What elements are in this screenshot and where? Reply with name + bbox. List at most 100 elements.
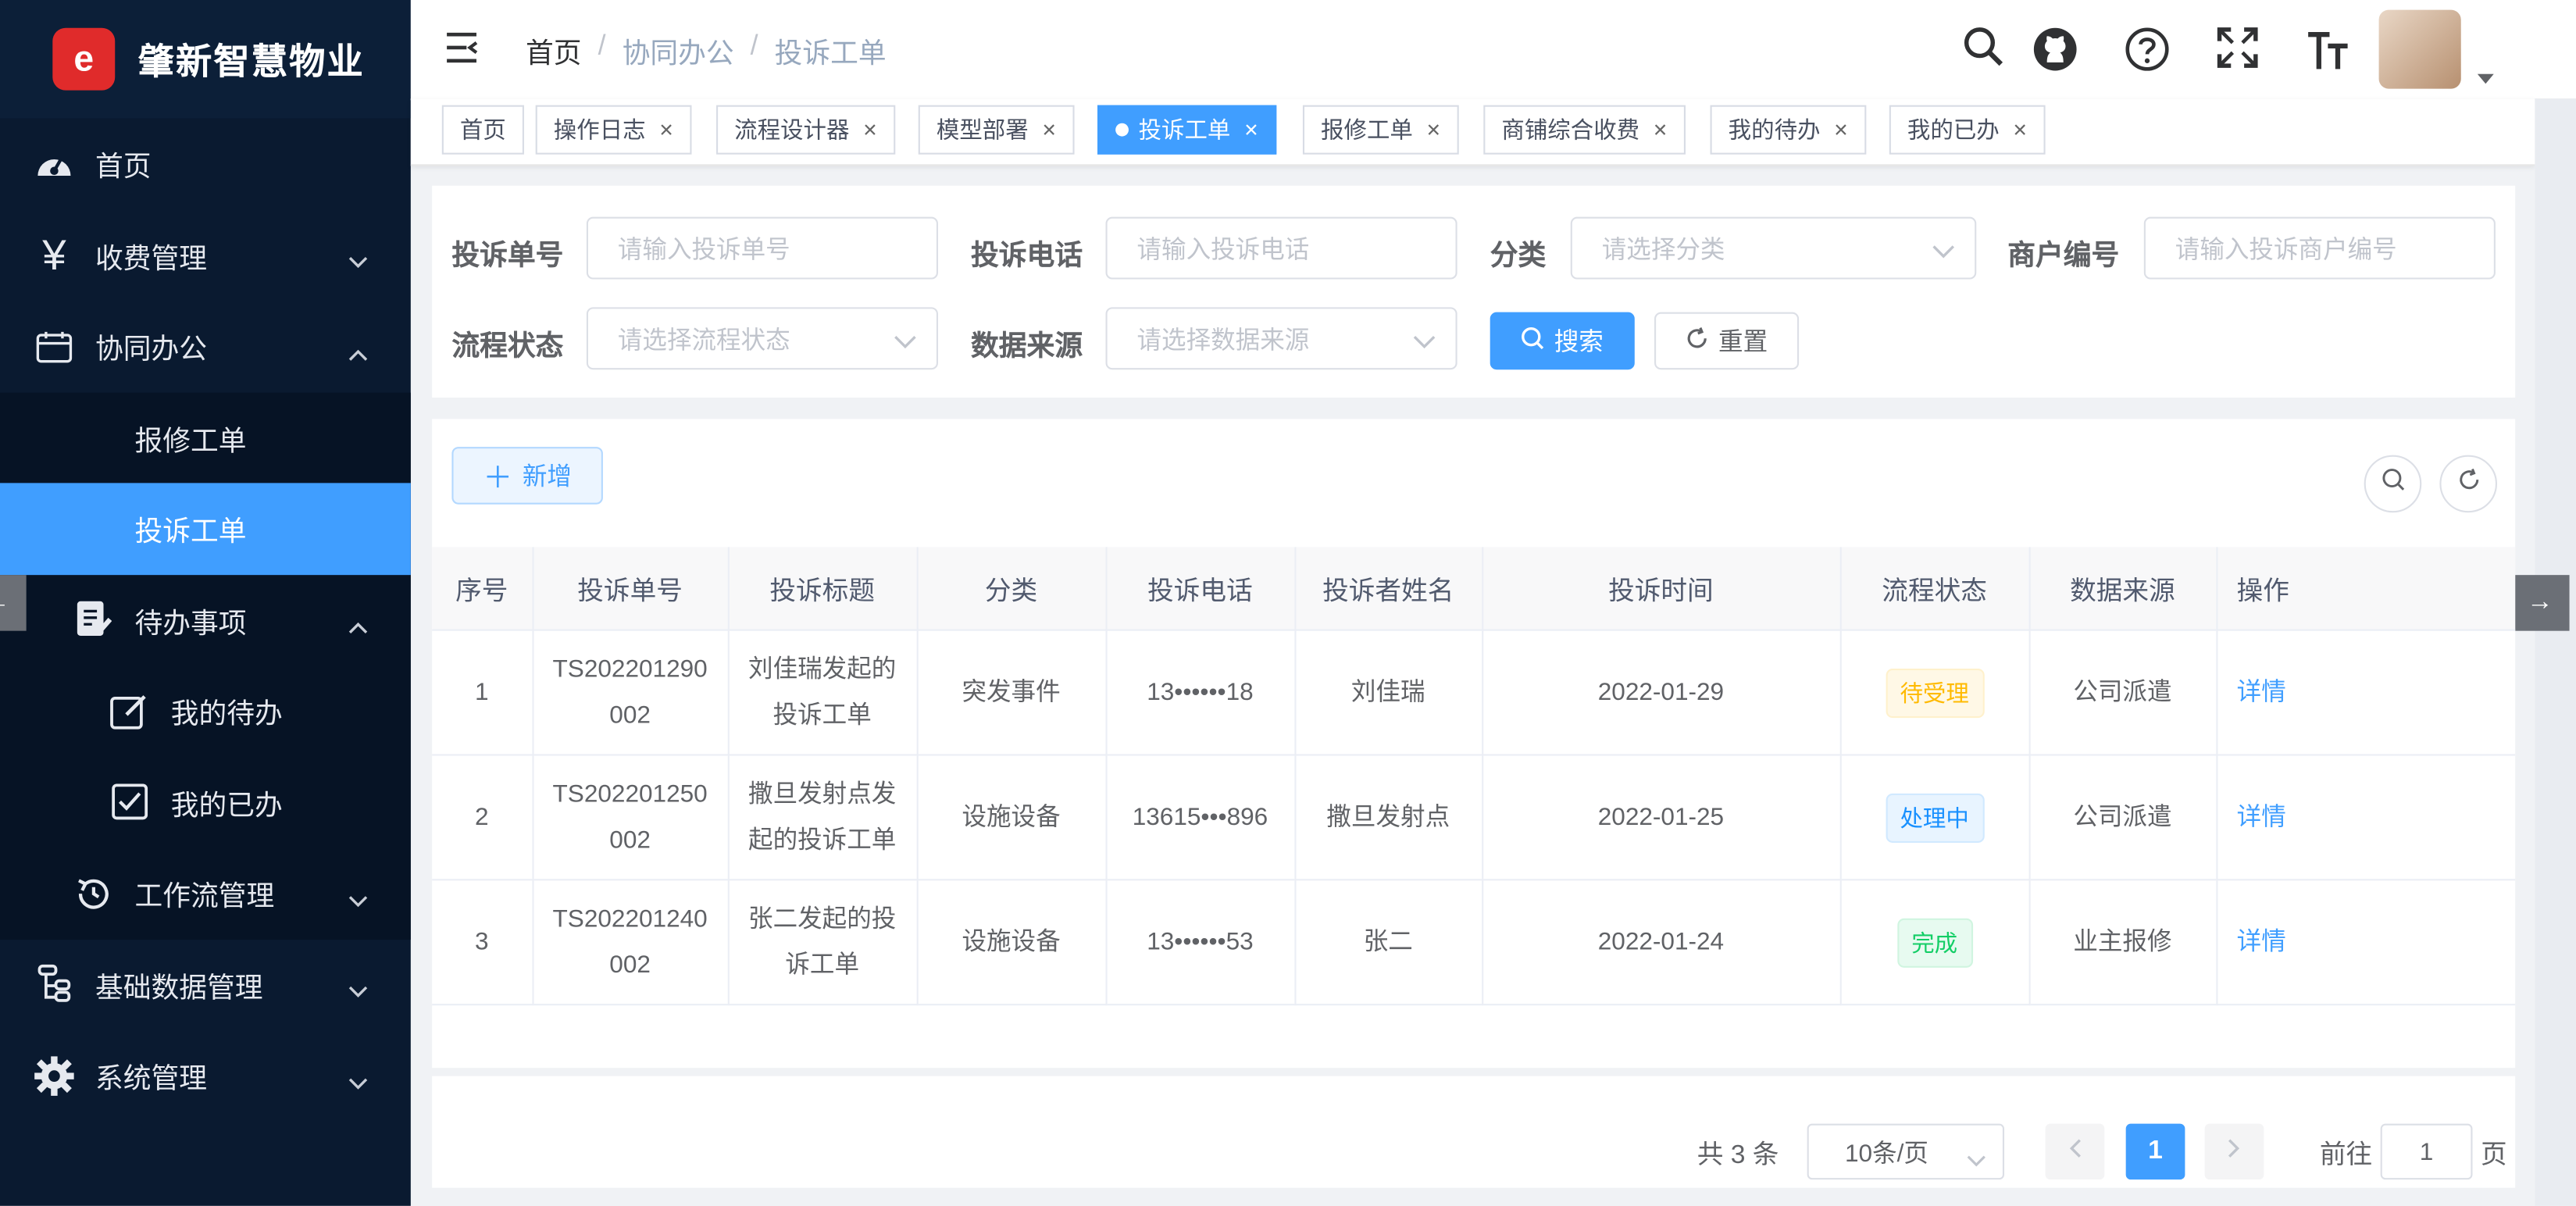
- sidebar-item-my-done[interactable]: 我的已办: [0, 757, 411, 848]
- tag-my-done[interactable]: 我的已办 ✕: [1889, 105, 2046, 155]
- sidebar-item-label: 收费管理: [95, 242, 208, 274]
- font-size-icon[interactable]: [2305, 27, 2351, 80]
- collapse-left-handle[interactable]: ←: [0, 575, 27, 631]
- sidebar-item-my-todo[interactable]: 我的待办: [0, 665, 411, 757]
- tag-label: 首页: [459, 116, 506, 143]
- tag-model-deploy[interactable]: 模型部署 ✕: [918, 105, 1076, 155]
- phone-input[interactable]: 请输入投诉电话: [1105, 216, 1457, 280]
- category-select[interactable]: 请选择分类: [1570, 216, 1977, 280]
- tag-label: 模型部署: [936, 116, 1029, 143]
- avatar[interactable]: [2378, 9, 2461, 89]
- close-icon[interactable]: ✕: [1243, 119, 1258, 141]
- page-size-select[interactable]: 10条/页: [1807, 1123, 2005, 1180]
- goto-page-input[interactable]: 1: [2380, 1123, 2473, 1180]
- sidebar-item-repair-order[interactable]: 报修工单: [0, 392, 411, 483]
- fullscreen-icon[interactable]: [2216, 27, 2259, 77]
- page-number-button[interactable]: 1: [2125, 1123, 2185, 1180]
- close-icon[interactable]: ✕: [1426, 119, 1441, 141]
- caret-down-icon[interactable]: [2477, 62, 2494, 92]
- sidebar-item-complaint-order[interactable]: 投诉工单: [0, 483, 411, 575]
- sidebar-item-home[interactable]: 首页: [0, 118, 411, 209]
- column-header: 操作: [2216, 547, 2516, 631]
- detail-link[interactable]: 详情: [2237, 802, 2286, 830]
- history-icon: [73, 872, 116, 915]
- refresh-table-button[interactable]: [2439, 455, 2498, 513]
- status-badge: 完成: [1896, 917, 1973, 967]
- menu-fold-icon[interactable]: [444, 30, 480, 74]
- cell-time: 2022-01-24: [1482, 880, 1841, 1006]
- sidebar-item-basic-data[interactable]: 基础数据管理: [0, 939, 411, 1030]
- phone-label: 投诉电话: [971, 240, 1083, 272]
- chevron-down-icon: [348, 883, 368, 916]
- sidebar-item-billing[interactable]: ¥ 收费管理: [0, 209, 411, 301]
- goto-label: 前往: [2319, 1141, 2373, 1170]
- sidebar-item-todo[interactable]: 待办事项: [0, 574, 411, 665]
- close-icon[interactable]: ✕: [862, 119, 877, 141]
- cell-phone: 13615•••896: [1105, 755, 1296, 881]
- complaint-no-input[interactable]: 请输入投诉单号: [586, 216, 938, 280]
- table-row[interactable]: 1 TS202201290002 刘佳瑞发起的投诉工单 突发事件 13•••••…: [432, 630, 2516, 756]
- table-row[interactable]: 2 TS202201250002 撒旦发射点发起的投诉工单 设施设备 13615…: [432, 755, 2516, 881]
- placeholder: 请选择数据来源: [1136, 326, 1310, 355]
- column-header: 投诉电话: [1105, 547, 1296, 631]
- tags-view: 首页 操作日志 ✕ 流程设计器 ✕ 模型部署 ✕ 投诉工单 ✕ 报修工单 ✕ 商铺综合收费…: [410, 98, 2535, 166]
- reset-button[interactable]: 重置: [1654, 312, 1800, 370]
- tag-shop-billing[interactable]: 商铺综合收费 ✕: [1483, 105, 1686, 155]
- pagination-card: [432, 1076, 2516, 1188]
- data-source-select[interactable]: 请选择数据来源: [1105, 307, 1457, 370]
- sidebar-item-label: 基础数据管理: [95, 972, 263, 1004]
- github-icon[interactable]: [2032, 27, 2078, 80]
- sidebar-item-workflow[interactable]: 工作流管理: [0, 847, 411, 939]
- brand: e 肇新智慧物业: [0, 0, 411, 119]
- tag-operation-log[interactable]: 操作日志 ✕: [535, 105, 692, 155]
- dashboard-icon: [33, 142, 76, 185]
- cell-time: 2022-01-29: [1482, 630, 1841, 756]
- column-header: 数据来源: [2028, 547, 2217, 631]
- breadcrumb-separator: /: [598, 29, 606, 61]
- close-icon[interactable]: ✕: [658, 119, 673, 141]
- right-scroll-strip: [2535, 98, 2576, 1206]
- tag-home[interactable]: 首页: [441, 105, 524, 155]
- chevron-down-icon: [348, 975, 368, 1008]
- chevron-down-icon: [1413, 329, 1436, 357]
- tag-my-todo[interactable]: 我的待办 ✕: [1710, 105, 1867, 155]
- pagination-total: 共 3 条: [1697, 1141, 1779, 1170]
- right-panel-toggle[interactable]: →: [2510, 575, 2570, 631]
- placeholder: 请输入投诉单号: [617, 235, 790, 264]
- sidebar-item-label: 协同办公: [95, 334, 208, 366]
- page-suffix-label: 页: [2480, 1141, 2507, 1170]
- close-icon[interactable]: ✕: [2013, 119, 2028, 141]
- search-icon[interactable]: [1963, 27, 2006, 77]
- breadcrumb-home[interactable]: 首页: [526, 30, 582, 71]
- cell-complaint-no: TS202201290002: [532, 630, 729, 756]
- close-icon[interactable]: ✕: [1653, 119, 1668, 141]
- close-icon[interactable]: ✕: [1041, 119, 1056, 141]
- prev-page-button[interactable]: [2045, 1123, 2105, 1180]
- chevron-down-icon: [348, 1066, 368, 1099]
- cell-complaint-no: TS202201240002: [532, 880, 729, 1006]
- sidebar: e 肇新智慧物业 首页 ¥ 收费管理 协同办公 报修工单 投诉工单 待办事项 我…: [0, 0, 411, 1206]
- help-icon[interactable]: [2125, 27, 2171, 80]
- chevron-left-icon: [2068, 1136, 2082, 1166]
- add-button-label: 新增: [522, 463, 572, 491]
- toggle-search-button[interactable]: [2364, 455, 2422, 513]
- sidebar-item-label: 系统管理: [95, 1063, 208, 1095]
- add-button[interactable]: ＋ 新增: [451, 447, 603, 505]
- sidebar-item-office[interactable]: 协同办公: [0, 301, 411, 392]
- sidebar-item-label: 我的待办: [170, 698, 283, 730]
- tag-complaint-order[interactable]: 投诉工单 ✕: [1097, 105, 1277, 155]
- tag-flow-designer[interactable]: 流程设计器 ✕: [716, 105, 896, 155]
- cell-name: 刘佳瑞: [1294, 630, 1483, 756]
- refresh-icon: [1686, 326, 1708, 356]
- flow-status-select[interactable]: 请选择流程状态: [586, 307, 938, 370]
- table-row[interactable]: 3 TS202201240002 张二发起的投诉工单 设施设备 13••••••…: [432, 880, 2516, 1006]
- search-button[interactable]: 搜索: [1490, 312, 1635, 370]
- next-page-button[interactable]: [2204, 1123, 2264, 1180]
- sidebar-item-system[interactable]: 系统管理: [0, 1030, 411, 1122]
- detail-link[interactable]: 详情: [2237, 678, 2286, 706]
- tag-repair-order[interactable]: 报修工单 ✕: [1302, 105, 1460, 155]
- merchant-no-input[interactable]: 请输入投诉商户编号: [2143, 216, 2496, 280]
- cell-source: 业主报修: [2028, 880, 2217, 1006]
- close-icon[interactable]: ✕: [1833, 119, 1848, 141]
- detail-link[interactable]: 详情: [2237, 927, 2286, 955]
